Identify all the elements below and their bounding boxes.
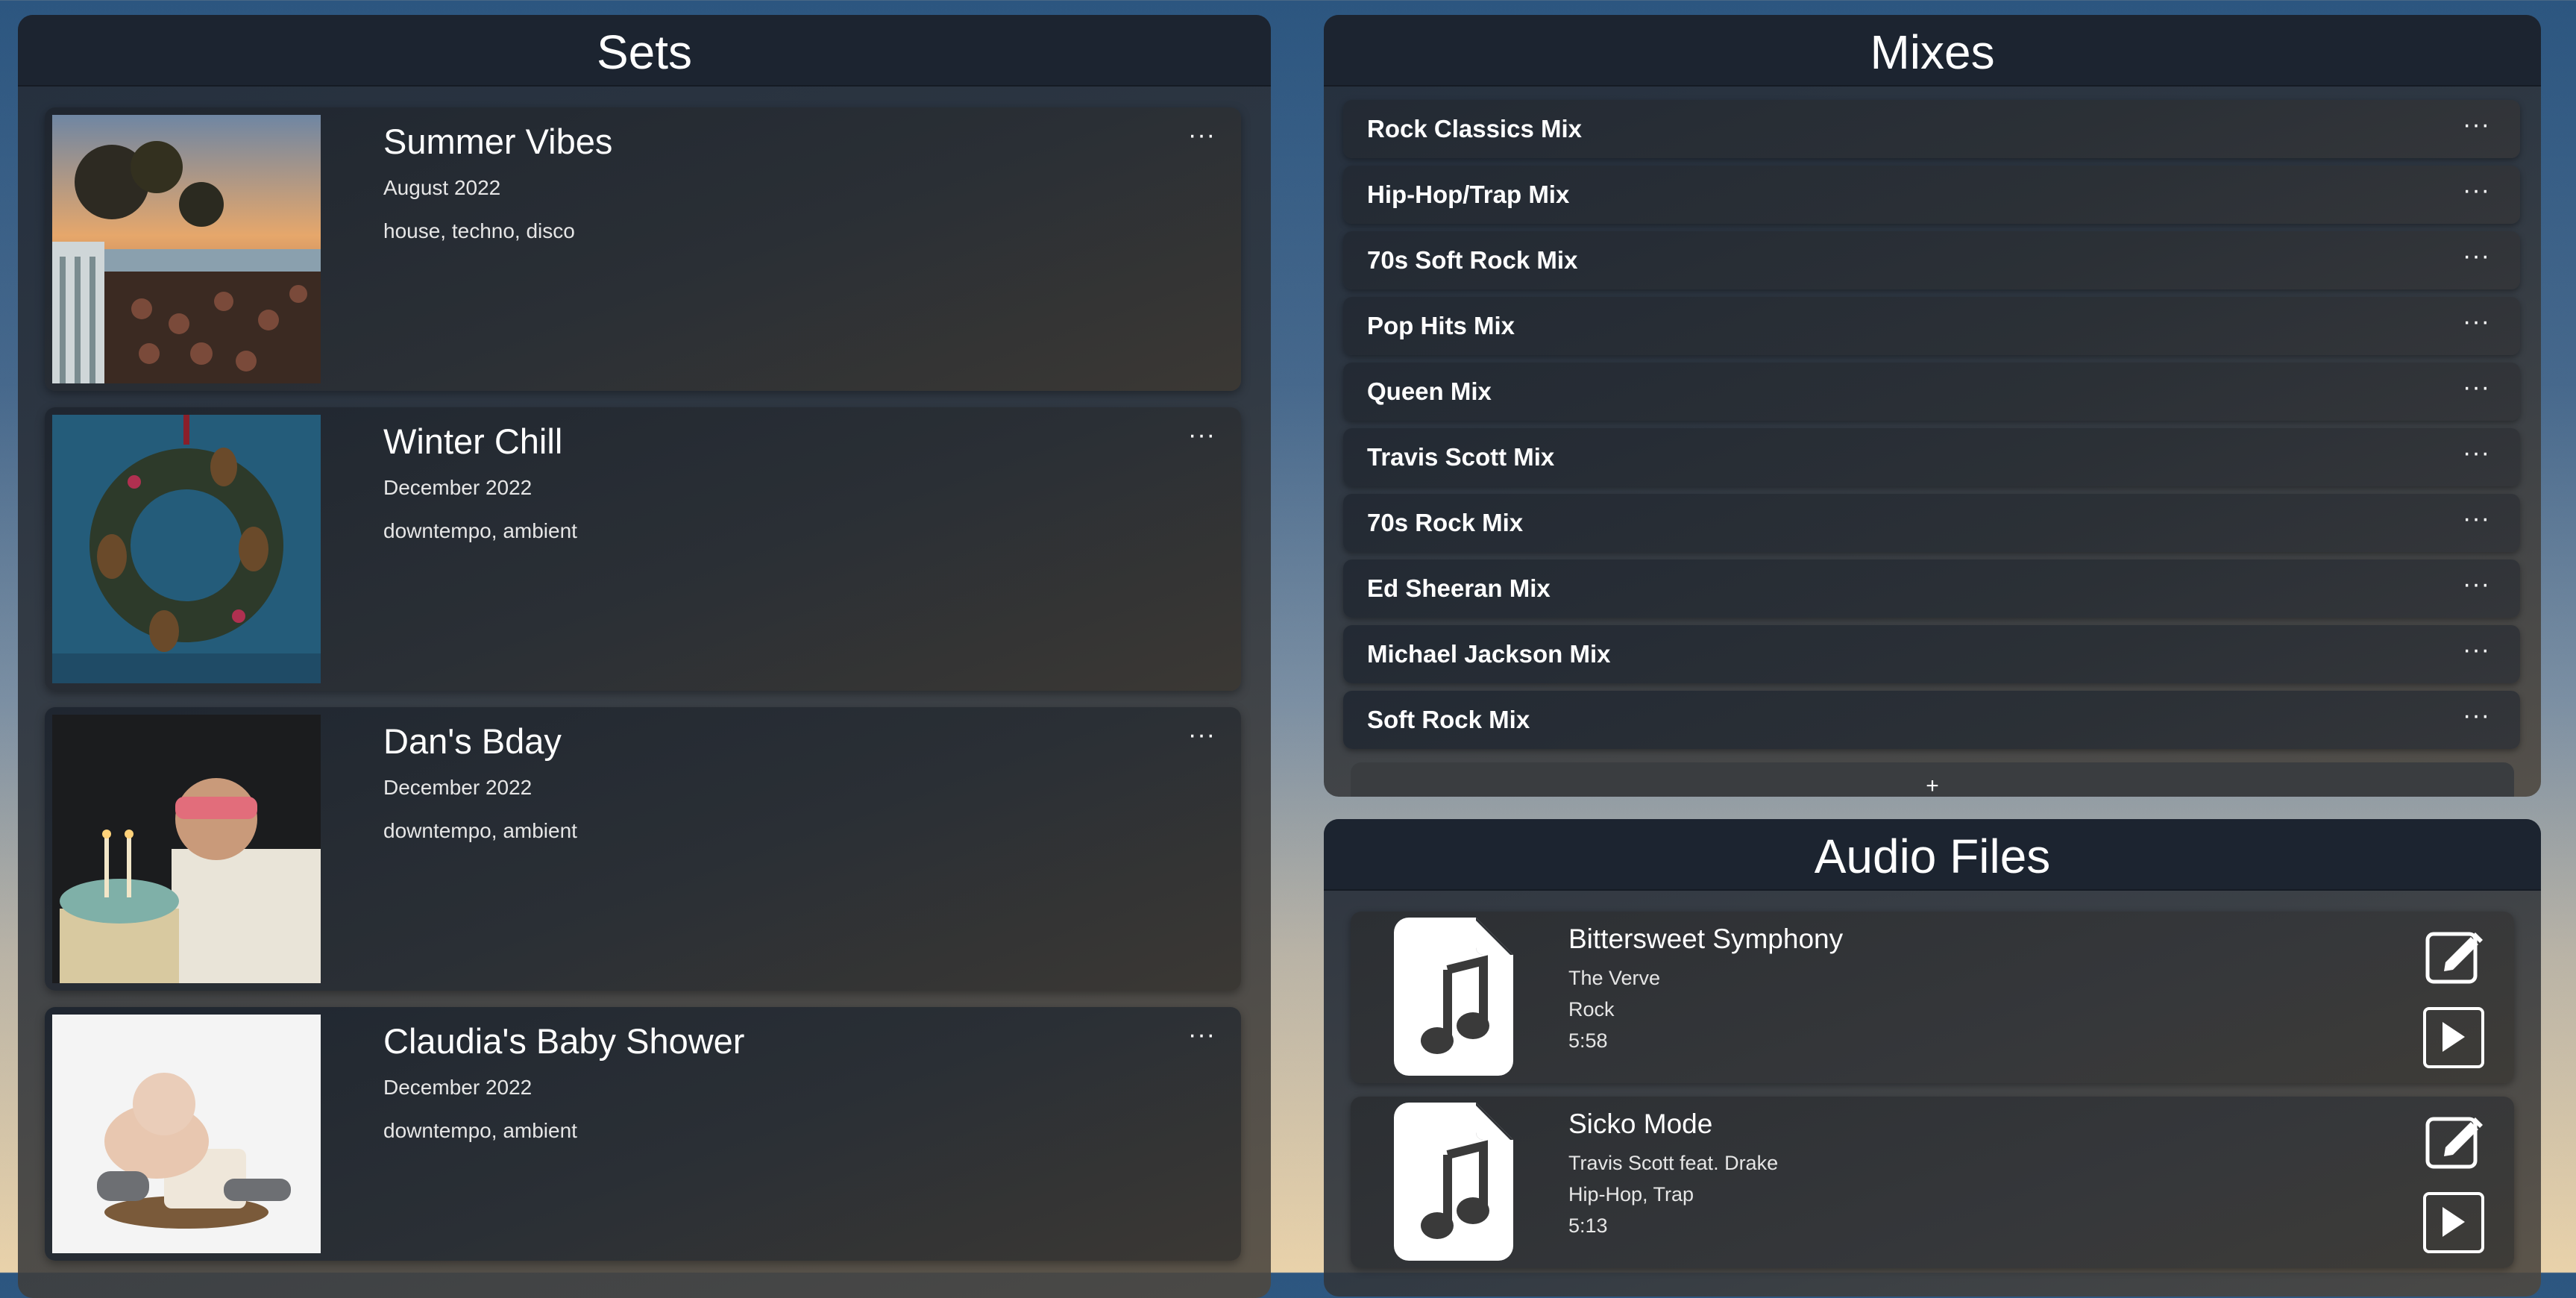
more-dots-icon[interactable]: ··· <box>2463 307 2490 336</box>
mix-label: Queen Mix <box>1367 377 1492 405</box>
audio-title: Bittersweet Symphony <box>1568 924 1844 954</box>
set-title: Winter Chill <box>383 421 563 461</box>
mix-item[interactable]: Queen Mix ··· <box>1343 363 2520 421</box>
mix-item[interactable]: 70s Rock Mix ··· <box>1343 494 2520 552</box>
set-title: Claudia's Baby Shower <box>383 1021 745 1061</box>
set-tags: downtempo, ambient <box>383 519 577 542</box>
set-thumbnail <box>52 115 321 383</box>
audio-file-card[interactable]: Bittersweet Symphony The Verve Rock 5:58 <box>1351 912 2514 1083</box>
add-mix-button[interactable]: + <box>1351 762 2514 797</box>
set-date: December 2022 <box>383 776 533 799</box>
set-card[interactable]: Winter Chill December 2022 downtempo, am… <box>45 407 1241 691</box>
audio-artist: The Verve <box>1568 967 1661 989</box>
edit-icon[interactable] <box>2425 1112 2484 1171</box>
mix-label: Travis Scott Mix <box>1367 443 1555 471</box>
more-dots-icon[interactable]: ··· <box>2463 570 2490 599</box>
more-dots-icon[interactable]: ··· <box>2463 439 2490 468</box>
play-icon[interactable] <box>2423 1192 2484 1253</box>
audio-title: Sicko Mode <box>1568 1109 1713 1139</box>
more-dots-icon[interactable]: ··· <box>1188 121 1216 150</box>
more-dots-icon[interactable]: ··· <box>1188 421 1216 450</box>
set-title: Summer Vibes <box>383 122 613 161</box>
more-dots-icon[interactable]: ··· <box>1188 1020 1216 1050</box>
mix-label: Soft Rock Mix <box>1367 706 1530 733</box>
mix-item[interactable]: 70s Soft Rock Mix ··· <box>1343 231 2520 289</box>
mix-item[interactable]: Hip-Hop/Trap Mix ··· <box>1343 166 2520 224</box>
more-dots-icon[interactable]: ··· <box>1188 721 1216 750</box>
audio-files-title: Audio Files <box>1324 819 2541 891</box>
set-thumbnail <box>52 415 321 683</box>
more-dots-icon[interactable]: ··· <box>2463 636 2490 665</box>
music-file-icon <box>1394 918 1513 1076</box>
set-tags: downtempo, ambient <box>383 819 577 842</box>
audio-artist: Travis Scott feat. Drake <box>1568 1152 1779 1174</box>
mix-item[interactable]: Michael Jackson Mix ··· <box>1343 625 2520 683</box>
mixes-panel: Mixes Rock Classics Mix ··· Hip-Hop/Trap… <box>1324 15 2541 797</box>
audio-file-card[interactable]: Sicko Mode Travis Scott feat. Drake Hip-… <box>1351 1097 2514 1268</box>
mix-label: 70s Soft Rock Mix <box>1367 246 1578 274</box>
set-card[interactable]: Summer Vibes August 2022 house, techno, … <box>45 107 1241 391</box>
audio-duration: 5:13 <box>1568 1214 1608 1237</box>
more-dots-icon[interactable]: ··· <box>2463 176 2490 205</box>
set-title: Dan's Bday <box>383 721 562 761</box>
more-dots-icon[interactable]: ··· <box>2463 110 2490 139</box>
mix-label: Rock Classics Mix <box>1367 115 1582 142</box>
play-icon[interactable] <box>2423 1007 2484 1068</box>
set-card[interactable]: Dan's Bday December 2022 downtempo, ambi… <box>45 707 1241 991</box>
set-tags: downtempo, ambient <box>383 1119 577 1142</box>
set-thumbnail <box>52 1015 321 1253</box>
audio-duration: 5:58 <box>1568 1029 1608 1052</box>
set-date: December 2022 <box>383 476 533 499</box>
mix-label: Ed Sheeran Mix <box>1367 574 1551 602</box>
mix-label: Hip-Hop/Trap Mix <box>1367 181 1570 208</box>
set-card[interactable]: Claudia's Baby Shower December 2022 down… <box>45 1007 1241 1261</box>
audio-genre: Rock <box>1568 998 1615 1020</box>
mix-item[interactable]: Soft Rock Mix ··· <box>1343 691 2520 749</box>
sets-title: Sets <box>18 15 1271 87</box>
mix-label: Michael Jackson Mix <box>1367 640 1611 668</box>
more-dots-icon[interactable]: ··· <box>2463 242 2490 271</box>
mix-item[interactable]: Pop Hits Mix ··· <box>1343 297 2520 355</box>
mix-item[interactable]: Ed Sheeran Mix ··· <box>1343 559 2520 618</box>
audio-files-panel: Audio Files Bittersweet Symphony The Ver… <box>1324 819 2541 1297</box>
set-tags: house, techno, disco <box>383 219 575 242</box>
edit-icon[interactable] <box>2425 927 2484 986</box>
more-dots-icon[interactable]: ··· <box>2463 701 2490 730</box>
mix-label: Pop Hits Mix <box>1367 312 1515 339</box>
more-dots-icon[interactable]: ··· <box>2463 504 2490 533</box>
mix-item[interactable]: Travis Scott Mix ··· <box>1343 428 2520 486</box>
music-file-icon <box>1394 1103 1513 1261</box>
set-date: December 2022 <box>383 1076 533 1099</box>
mix-item[interactable]: Rock Classics Mix ··· <box>1343 100 2520 158</box>
set-thumbnail <box>52 715 321 983</box>
more-dots-icon[interactable]: ··· <box>2463 373 2490 402</box>
mix-label: 70s Rock Mix <box>1367 509 1524 536</box>
sets-panel: Sets Summer Vibes August 2022 house, tec… <box>18 15 1271 1298</box>
set-date: August 2022 <box>383 176 501 199</box>
audio-genre: Hip-Hop, Trap <box>1568 1183 1694 1205</box>
mixes-title: Mixes <box>1324 15 2541 87</box>
